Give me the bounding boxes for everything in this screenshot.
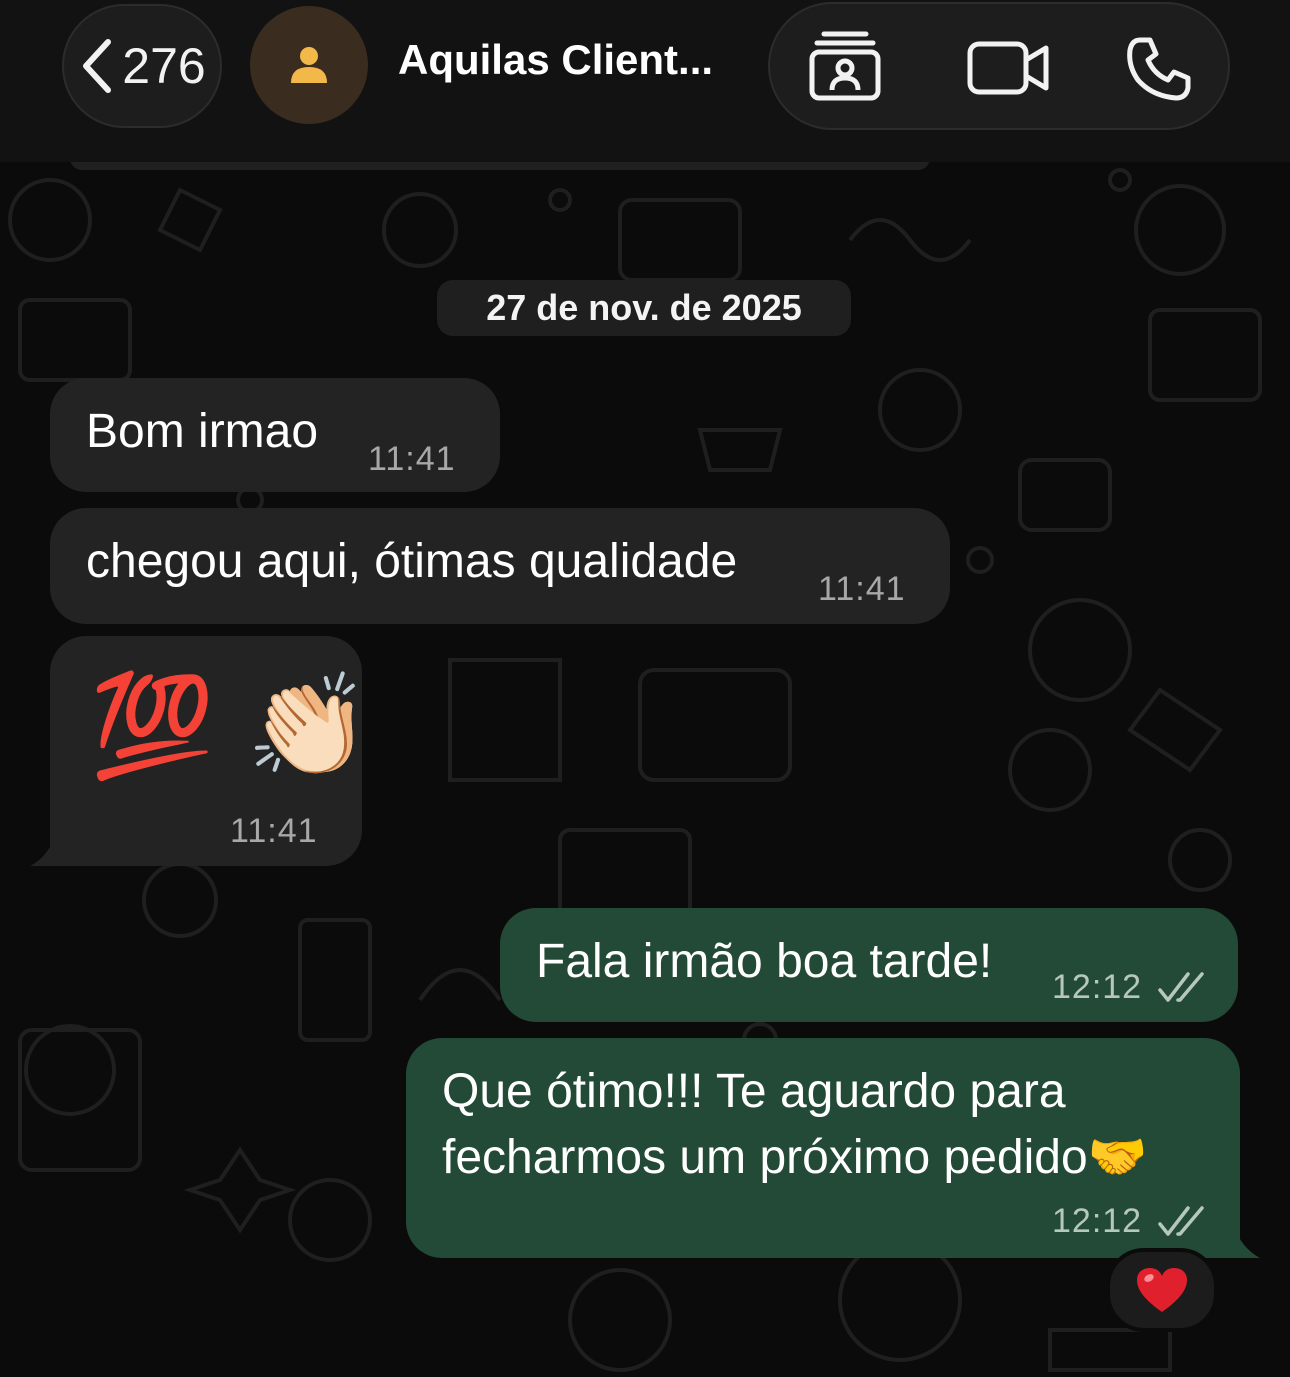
incoming-message[interactable]: chegou aqui, ótimas qualidade 11:41: [50, 508, 950, 624]
emoji-message: 💯 👏🏻: [90, 667, 371, 784]
message-text: Bom irmao: [86, 405, 319, 458]
message-time: 12:12: [1052, 1202, 1143, 1240]
message-text: chegou aqui, ótimas qualidade: [86, 535, 738, 588]
call-actions: [768, 2, 1230, 130]
phone-icon: [1127, 37, 1191, 101]
outgoing-message[interactable]: Que ótimo!!! Te aguardo para fecharmos u…: [406, 1038, 1240, 1258]
message-text-line: fecharmos um próximo pedido🤝: [442, 1131, 1148, 1184]
incoming-message[interactable]: Bom irmao 11:41: [50, 378, 500, 492]
date-separator: 27 de nov. de 2025: [437, 280, 851, 336]
chat-header: 276 Aquilas Client...: [0, 0, 1290, 162]
message-time: 12:12: [1052, 968, 1143, 1006]
outgoing-message[interactable]: Fala irmão boa tarde! 12:12: [500, 908, 1238, 1022]
heart-icon: [1137, 1268, 1187, 1312]
message-time: 11:41: [368, 440, 456, 478]
message-text-line: Que ótimo!!! Te aguardo para: [442, 1065, 1066, 1118]
read-receipt-icon: [1158, 1206, 1204, 1236]
incoming-message[interactable]: 💯 👏🏻 11:41: [50, 636, 371, 866]
video-call-button[interactable]: [966, 40, 1050, 96]
contact-card-button[interactable]: [808, 30, 882, 102]
read-receipt-icon: [1158, 972, 1204, 1002]
message-text: Fala irmão boa tarde!: [536, 935, 993, 988]
contact-name[interactable]: Aquilas Client...: [398, 36, 713, 84]
chevron-left-icon: [83, 39, 112, 93]
contact-card-icon: [809, 31, 881, 101]
message-time: 11:41: [230, 812, 318, 850]
message-time: 11:41: [818, 570, 906, 608]
person-icon: [291, 47, 327, 83]
voice-call-button[interactable]: [1126, 36, 1192, 102]
avatar[interactable]: [250, 6, 368, 124]
video-camera-icon: [967, 41, 1049, 95]
reaction-badge[interactable]: [1106, 1248, 1218, 1332]
unread-count: 276: [122, 38, 206, 94]
back-button[interactable]: 276: [62, 4, 222, 128]
